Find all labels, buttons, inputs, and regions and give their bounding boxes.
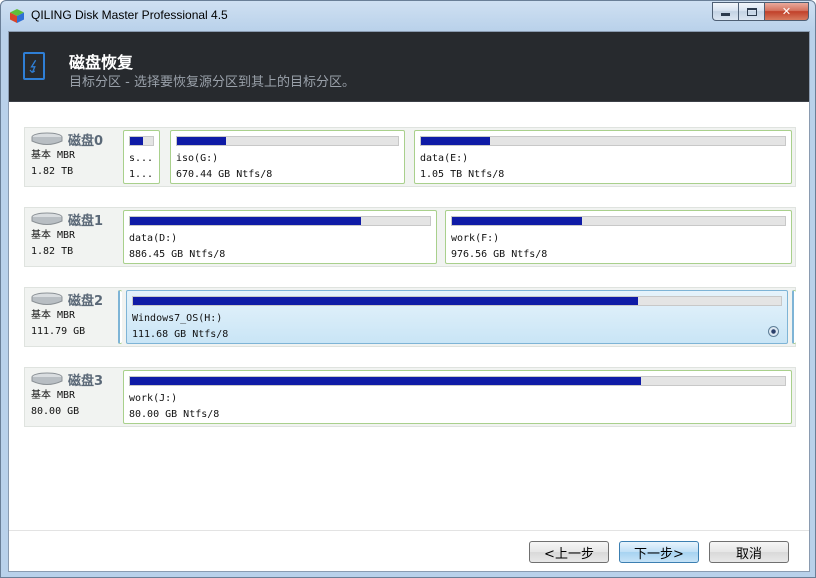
app-logo-icon: [10, 9, 24, 23]
usage-bar: [129, 216, 431, 226]
usage-bar: [129, 136, 154, 146]
partition-size: 1.05 TB Ntfs/8: [420, 169, 505, 180]
partition-tile[interactable]: data(E:) 1.05 TB Ntfs/8: [414, 130, 792, 184]
minimize-icon: [721, 13, 730, 16]
disk-row-3: 磁盘3 基本 MBR 80.00 GB work(J:) 80.00 GB Nt…: [24, 367, 796, 427]
usage-fill: [177, 137, 226, 145]
minimize-button[interactable]: [712, 2, 738, 21]
usage-fill: [133, 297, 639, 305]
back-button[interactable]: <上一步: [529, 541, 609, 563]
hard-disk-icon: [31, 212, 63, 225]
footer-divider: [9, 530, 809, 531]
page-title: 磁盘恢复: [69, 53, 134, 72]
partition-label: data(E:): [420, 153, 469, 164]
partition-tile[interactable]: work(J:) 80.00 GB Ntfs/8: [123, 370, 792, 424]
disk-type: 基本 MBR: [31, 390, 76, 401]
usage-fill: [130, 217, 361, 225]
partition-size: 80.00 GB Ntfs/8: [129, 409, 220, 420]
maximize-button[interactable]: [738, 2, 764, 21]
disk-name: 磁盘3: [68, 373, 104, 389]
hard-disk-icon: [31, 292, 63, 305]
partition-label: work(J:): [129, 393, 178, 404]
disk-row-0: 磁盘0 基本 MBR 1.82 TB s... 1... iso(G:) 670…: [24, 127, 796, 187]
hard-disk-icon: [31, 132, 63, 145]
partition-tile[interactable]: iso(G:) 670.44 GB Ntfs/8: [170, 130, 405, 184]
wizard-header: 磁盘恢复 目标分区 - 选择要恢复源分区到其上的目标分区。: [9, 32, 809, 102]
usage-fill: [130, 137, 143, 145]
hard-disk-icon: [31, 372, 63, 385]
disk-info: 磁盘0 基本 MBR 1.82 TB: [30, 130, 122, 184]
disk-info: 磁盘3 基本 MBR 80.00 GB: [30, 370, 122, 424]
disk-type: 基本 MBR: [31, 310, 76, 321]
usage-fill: [452, 217, 582, 225]
disk-size: 111.79 GB: [31, 326, 86, 337]
partition-size: 1...: [129, 169, 154, 180]
disk-name: 磁盘1: [68, 213, 104, 229]
partition-label: work(F:): [451, 233, 500, 244]
disk-name: 磁盘0: [68, 133, 104, 149]
partition-size: 111.68 GB Ntfs/8: [132, 329, 229, 340]
disk-recovery-icon: [23, 52, 45, 80]
cancel-button[interactable]: 取消: [709, 541, 789, 563]
disk-info: 磁盘2 基本 MBR 111.79 GB: [30, 290, 122, 344]
maximize-icon: [746, 7, 757, 16]
disk-type: 基本 MBR: [31, 230, 76, 241]
close-icon: ✕: [781, 5, 792, 18]
usage-bar: [176, 136, 399, 146]
usage-bar: [420, 136, 786, 146]
title-bar[interactable]: QILING Disk Master Professional 4.5 ✕: [1, 1, 815, 31]
partition-label: Windows7_OS(H:): [132, 313, 223, 324]
reserved-partition-marker[interactable]: [118, 290, 122, 344]
usage-fill: [421, 137, 491, 145]
client-area: 磁盘恢复 目标分区 - 选择要恢复源分区到其上的目标分区。 磁盘0 基本 MBR…: [8, 31, 810, 572]
partition-size: 886.45 GB Ntfs/8: [129, 249, 226, 260]
partition-tile[interactable]: data(D:) 886.45 GB Ntfs/8: [123, 210, 437, 264]
disk-info: 磁盘1 基本 MBR 1.82 TB: [30, 210, 122, 264]
disk-size: 80.00 GB: [31, 406, 80, 417]
partition-size: 976.56 GB Ntfs/8: [451, 249, 548, 260]
disk-type: 基本 MBR: [31, 150, 76, 161]
usage-bar: [132, 296, 782, 306]
partition-label: data(D:): [129, 233, 178, 244]
partition-label: iso(G:): [176, 153, 219, 164]
next-button[interactable]: 下一步>: [619, 541, 699, 563]
usage-fill: [130, 377, 641, 385]
disk-row-1: 磁盘1 基本 MBR 1.82 TB data(D:) 886.45 GB Nt…: [24, 207, 796, 267]
usage-bar: [129, 376, 786, 386]
partition-label: s...: [129, 153, 154, 164]
page-subtitle: 目标分区 - 选择要恢复源分区到其上的目标分区。: [69, 75, 355, 90]
disk-row-2: 磁盘2 基本 MBR 111.79 GB Windows7_OS(H:) 111…: [24, 287, 796, 347]
disk-name: 磁盘2: [68, 293, 104, 309]
close-button[interactable]: ✕: [764, 2, 809, 21]
partition-tile[interactable]: work(F:) 976.56 GB Ntfs/8: [445, 210, 792, 264]
partition-tile-selected[interactable]: Windows7_OS(H:) 111.68 GB Ntfs/8: [126, 290, 788, 344]
unallocated-marker[interactable]: [792, 290, 796, 344]
window-controls: ✕: [712, 2, 809, 21]
partition-tile[interactable]: s... 1...: [123, 130, 160, 184]
disk-size: 1.82 TB: [31, 246, 74, 257]
disk-size: 1.82 TB: [31, 166, 74, 177]
window-title: QILING Disk Master Professional 4.5: [31, 8, 228, 22]
usage-bar: [451, 216, 786, 226]
partition-size: 670.44 GB Ntfs/8: [176, 169, 273, 180]
selected-radio-icon[interactable]: [768, 326, 779, 337]
app-window: QILING Disk Master Professional 4.5 ✕ 磁盘…: [0, 0, 816, 578]
